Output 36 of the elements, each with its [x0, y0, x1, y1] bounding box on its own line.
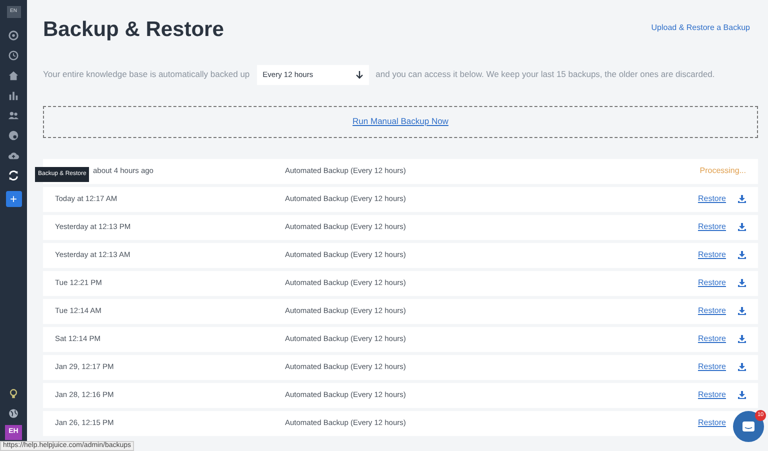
restore-link[interactable]: Restore: [698, 361, 726, 373]
lightbulb-icon[interactable]: [8, 388, 19, 398]
bar-chart-icon[interactable]: [8, 90, 19, 100]
restore-link[interactable]: Restore: [698, 277, 726, 289]
restore-link[interactable]: Restore: [698, 333, 726, 345]
description-text: and you can access it below. We keep your last 15 backups, the older ones are discarded.: [376, 68, 715, 81]
download-icon[interactable]: [738, 307, 746, 315]
download-icon[interactable]: [738, 279, 746, 287]
download-icon[interactable]: [738, 391, 746, 399]
download-icon[interactable]: [738, 335, 746, 343]
run-manual-backup-link[interactable]: Run Manual Backup Now: [352, 115, 448, 128]
restore-link[interactable]: Restore: [698, 221, 726, 233]
cloud-upload-icon[interactable]: [8, 150, 19, 160]
download-icon[interactable]: [738, 363, 746, 371]
description-text: Your entire knowledge base is automatically backed up: [43, 68, 250, 81]
sync-icon[interactable]: [8, 170, 19, 180]
processing-status: Processing...: [700, 165, 746, 177]
clock-icon[interactable]: [8, 50, 19, 60]
restore-link[interactable]: Restore: [698, 417, 726, 429]
chat-icon: [742, 421, 755, 432]
page-title: Backup & Restore: [43, 17, 224, 43]
globe-icon[interactable]: [8, 408, 19, 418]
arrow-down-icon: [356, 70, 363, 78]
restore-link[interactable]: Restore: [698, 389, 726, 401]
download-icon[interactable]: [738, 251, 746, 259]
download-icon[interactable]: [738, 195, 746, 203]
home-icon[interactable]: [8, 70, 19, 80]
restore-link[interactable]: Restore: [698, 305, 726, 317]
upload-restore-link[interactable]: Upload & Restore a Backup: [651, 22, 750, 34]
download-icon[interactable]: [738, 223, 746, 231]
users-icon[interactable]: [8, 110, 19, 120]
add-button[interactable]: +: [6, 191, 22, 207]
palette-icon[interactable]: [8, 130, 19, 140]
restore-link[interactable]: Restore: [698, 193, 726, 205]
circle-icon[interactable]: [8, 30, 19, 40]
restore-link[interactable]: Restore: [698, 249, 726, 261]
